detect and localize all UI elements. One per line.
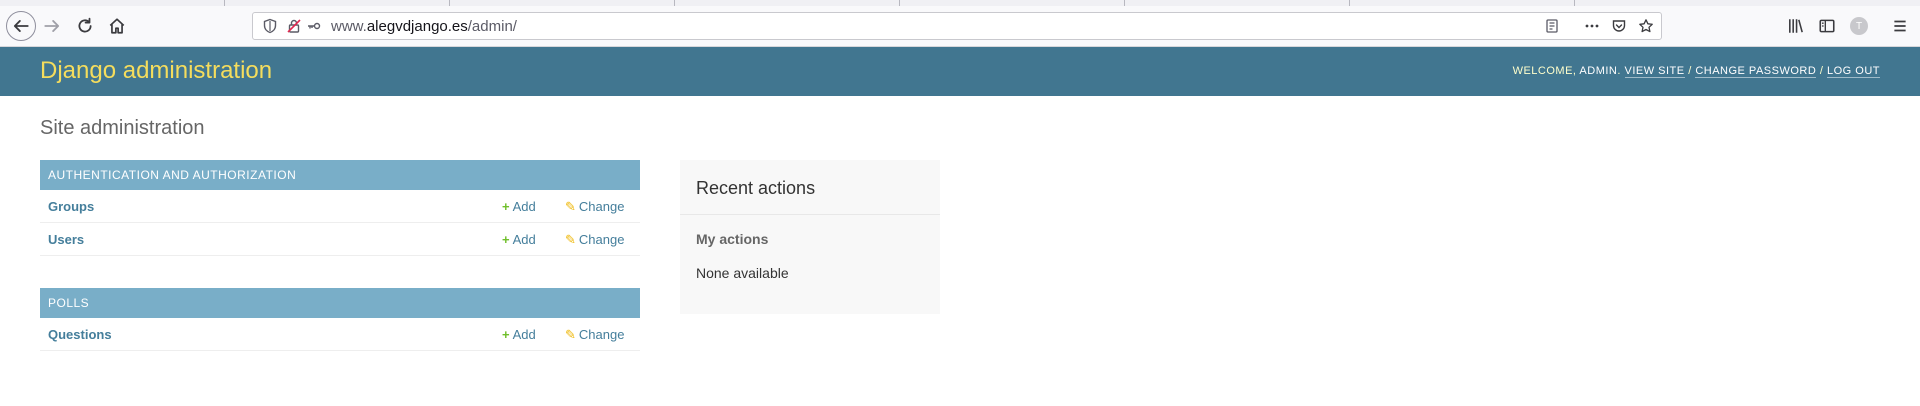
recent-actions-panel: Recent actions My actions None available bbox=[680, 160, 940, 314]
address-bar[interactable]: www.alegvdjango.es/admin/ bbox=[252, 12, 1662, 40]
separator: / bbox=[1688, 65, 1692, 77]
add-link[interactable]: + Add bbox=[502, 232, 536, 247]
module-caption[interactable]: Polls bbox=[40, 288, 640, 318]
page-title: Site administration bbox=[40, 117, 205, 139]
divider bbox=[680, 214, 940, 215]
home-icon bbox=[109, 18, 125, 34]
model-row-users: Users + Add ✎ Change bbox=[40, 223, 640, 256]
model-link[interactable]: Questions bbox=[48, 327, 112, 342]
add-label: Add bbox=[512, 232, 536, 247]
add-label: Add bbox=[512, 327, 536, 342]
change-link[interactable]: ✎ Change bbox=[565, 327, 624, 343]
account-button[interactable]: T bbox=[1845, 12, 1873, 40]
separator: / bbox=[1819, 65, 1824, 77]
module-caption[interactable]: Authentication and Authorization bbox=[40, 160, 640, 190]
site-branding[interactable]: Django administration bbox=[40, 57, 272, 85]
change-label: Change bbox=[578, 327, 625, 342]
insecure-connection-icon[interactable] bbox=[285, 17, 303, 35]
url-path: /admin/ bbox=[467, 18, 517, 35]
sidebar-icon bbox=[1819, 19, 1835, 33]
library-icon bbox=[1789, 19, 1803, 33]
model-row-groups: Groups + Add ✎ Change bbox=[40, 190, 640, 223]
sidebar-toggle-button[interactable] bbox=[1813, 12, 1841, 40]
browser-toolbar: www.alegvdjango.es/admin/ T bbox=[0, 6, 1920, 47]
view-site-link[interactable]: View site bbox=[1624, 65, 1685, 78]
back-button[interactable] bbox=[6, 11, 36, 41]
username: admin bbox=[1579, 65, 1618, 77]
change-link[interactable]: ✎ Change bbox=[565, 232, 624, 248]
recent-actions-title: Recent actions bbox=[696, 178, 816, 198]
pencil-icon: ✎ bbox=[565, 232, 576, 247]
pocket-icon[interactable] bbox=[1610, 17, 1628, 35]
add-link[interactable]: + Add bbox=[502, 327, 536, 342]
reload-icon bbox=[78, 17, 92, 33]
plus-icon: + bbox=[502, 327, 510, 342]
model-row-questions: Questions + Add ✎ Change bbox=[40, 318, 640, 351]
shield-icon[interactable] bbox=[261, 17, 279, 35]
pencil-icon: ✎ bbox=[565, 199, 576, 214]
hamburger-menu-icon bbox=[1894, 20, 1906, 32]
model-link[interactable]: Groups bbox=[48, 199, 94, 214]
bookmark-star-icon[interactable] bbox=[1637, 17, 1655, 35]
model-link[interactable]: Users bbox=[48, 232, 84, 247]
change-label: Change bbox=[578, 232, 625, 247]
plus-icon: + bbox=[502, 199, 510, 214]
key-icon[interactable] bbox=[305, 17, 323, 35]
app-module-polls: Polls Questions + Add ✎ Change bbox=[40, 288, 640, 351]
change-label: Change bbox=[578, 199, 625, 214]
user-tools: Welcome, admin. View site / Change passw… bbox=[1512, 65, 1880, 78]
app-menu-button[interactable] bbox=[1886, 12, 1914, 40]
account-avatar: T bbox=[1850, 17, 1868, 35]
arrow-right-icon bbox=[44, 20, 60, 32]
url-prefix: www. bbox=[331, 18, 367, 35]
page-actions-icon[interactable] bbox=[1583, 17, 1601, 35]
add-label: Add bbox=[512, 199, 536, 214]
home-button[interactable] bbox=[103, 12, 131, 40]
library-button[interactable] bbox=[1782, 12, 1810, 40]
no-actions-text: None available bbox=[696, 265, 789, 281]
app-module-auth: Authentication and Authorization Groups … bbox=[40, 160, 640, 256]
reload-button[interactable] bbox=[71, 12, 99, 40]
log-out-link[interactable]: Log out bbox=[1826, 65, 1880, 78]
url-host: alegvdjango.es bbox=[366, 18, 468, 35]
plus-icon: + bbox=[502, 232, 510, 247]
change-password-link[interactable]: Change password bbox=[1695, 65, 1817, 78]
pencil-icon: ✎ bbox=[565, 327, 576, 342]
my-actions-heading: My actions bbox=[696, 231, 769, 247]
forward-button[interactable] bbox=[38, 12, 66, 40]
django-header: Django administration Welcome, admin. Vi… bbox=[0, 47, 1920, 96]
reader-view-icon[interactable] bbox=[1543, 17, 1561, 35]
arrow-left-icon bbox=[13, 20, 29, 32]
welcome-text: Welcome, bbox=[1512, 65, 1577, 77]
url-text[interactable]: www.alegvdjango.es/admin/ bbox=[331, 18, 517, 35]
add-link[interactable]: + Add bbox=[502, 199, 536, 214]
change-link[interactable]: ✎ Change bbox=[565, 199, 624, 215]
